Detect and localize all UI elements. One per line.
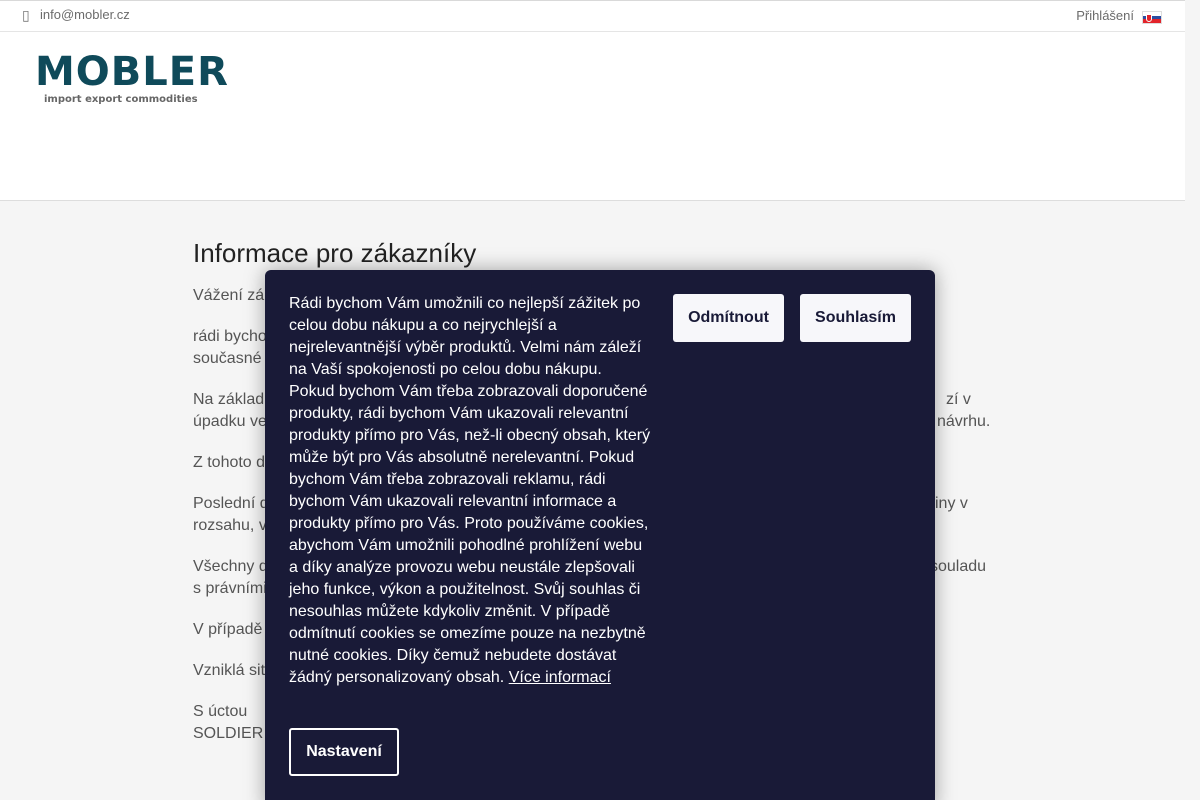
- cookie-banner: Rádi bychom Vám umožnili co nejlepší záž…: [265, 270, 935, 800]
- site-header: MOBLER import export commodities: [0, 32, 1185, 201]
- login-link[interactable]: Přihlášení: [1076, 8, 1134, 23]
- email-text[interactable]: info@mobler.cz: [40, 7, 130, 22]
- paragraph-fragment: zí v: [946, 391, 971, 408]
- contact-email[interactable]: ▯ info@mobler.cz: [22, 7, 130, 22]
- logo-wordmark: MOBLER: [35, 49, 229, 95]
- paragraph-fragment: návrhu.: [937, 413, 991, 430]
- page-title: Informace pro zákazníky: [193, 238, 477, 268]
- logo[interactable]: MOBLER import export commodities: [35, 49, 229, 105]
- settings-button[interactable]: Nastavení: [289, 728, 399, 776]
- paragraph-fragment: souladu: [930, 558, 987, 575]
- top-bar: ▯ info@mobler.cz Přihlášení: [0, 0, 1185, 32]
- reject-button[interactable]: Odmítnout: [673, 294, 784, 342]
- paragraph-fragment: iny v: [935, 495, 968, 512]
- accept-button[interactable]: Souhlasím: [800, 294, 911, 342]
- more-info-link[interactable]: Více informací: [509, 669, 611, 686]
- logo-tagline: import export commodities: [44, 94, 198, 105]
- envelope-icon: ▯: [22, 6, 30, 23]
- slovak-flag-icon[interactable]: [1142, 11, 1162, 24]
- cookie-message: Rádi bychom Vám umožnili co nejlepší záž…: [289, 295, 651, 686]
